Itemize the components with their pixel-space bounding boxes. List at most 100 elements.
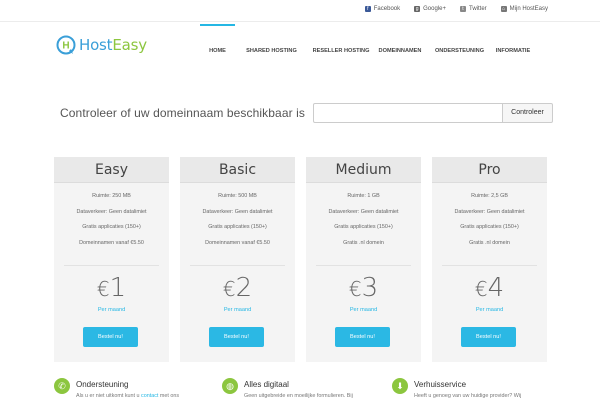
feature-title: Alles digitaal — [244, 380, 289, 389]
google-plus-icon: g — [414, 6, 421, 12]
price-amount: 3 — [361, 273, 379, 303]
facebook-link[interactable]: f Facebook — [364, 6, 401, 12]
phone-icon: ✆ — [54, 378, 70, 394]
order-button[interactable]: Bestel nu! — [461, 327, 516, 347]
price-divider — [64, 265, 159, 266]
social-links: f Facebook g Google+ t Twitter ⌂ Mijn Ho… — [364, 6, 548, 12]
plan-feature: Dataverkeer: Geen datalimiet — [454, 208, 525, 215]
domain-search-label: Controleer of uw domeinnaam beschikbaar … — [60, 106, 305, 120]
price-period: Per maand — [223, 307, 252, 313]
price-currency: € — [96, 277, 110, 301]
plan-feature: Dataverkeer: Geen datalimiet — [76, 208, 147, 215]
price-period: Per maand — [475, 307, 504, 313]
plan-price: €3 — [306, 273, 421, 303]
twitter-link-label: Twitter — [468, 6, 487, 12]
plan-feature: Dataverkeer: Geen datalimiet — [328, 208, 399, 215]
nav-item-informatie[interactable]: INFORMATIE — [493, 24, 533, 64]
price-amount: 2 — [235, 273, 253, 303]
feature-body: Ondersteuning Als u er niet uitkomt kunt… — [76, 378, 179, 399]
logo-part-easy: Easy — [112, 36, 147, 54]
logo-icon: H — [56, 35, 76, 55]
pricing-plans: Easy Ruimte: 250 MB Dataverkeer: Geen da… — [54, 157, 547, 362]
plan-feature: Gratis applicaties (150+) — [208, 224, 267, 230]
price-amount: 4 — [487, 273, 505, 303]
top-bar: f Facebook g Google+ t Twitter ⌂ Mijn Ho… — [0, 0, 600, 22]
plan-features: Ruimte: 1 GB Dataverkeer: Geen datalimie… — [306, 183, 421, 251]
home-icon: ⌂ — [500, 6, 507, 12]
my-hosteasy-link[interactable]: ⌂ Mijn HostEasy — [500, 6, 548, 12]
domain-check-button[interactable]: Controleer — [502, 103, 553, 123]
domain-search-input[interactable] — [313, 103, 503, 123]
plan-card-medium: Medium Ruimte: 1 GB Dataverkeer: Geen da… — [306, 157, 421, 362]
plan-card-pro: Pro Ruimte: 2,5 GB Dataverkeer: Geen dat… — [432, 157, 547, 362]
hosteasy-logo[interactable]: H HostEasy — [56, 35, 147, 55]
globe-icon: ◍ — [222, 378, 238, 394]
order-button[interactable]: Bestel nu! — [83, 327, 138, 347]
feature-text: Geen uitgebreide en moeilijke formuliere… — [244, 393, 353, 399]
plan-name: Medium — [306, 157, 421, 183]
nav-item-domeinnamen[interactable]: DOMEINNAMEN — [376, 24, 424, 64]
nav-item-home[interactable]: HOME — [200, 24, 235, 64]
plan-feature: Ruimte: 250 MB — [92, 193, 131, 199]
price-currency: € — [348, 277, 362, 301]
plan-name: Pro — [432, 157, 547, 183]
plan-feature: Gratis applicaties (150+) — [460, 224, 519, 230]
feature-text-before: Als u er niet uitkomt kunt u — [76, 393, 142, 399]
plan-name: Easy — [54, 157, 169, 183]
feature-alles-digitaal: ◍ Alles digitaal Geen uitgebreide en moe… — [222, 378, 353, 399]
facebook-icon: f — [364, 6, 371, 12]
feature-text: Als u er niet uitkomt kunt u contact met… — [76, 393, 179, 399]
plan-price: €2 — [180, 273, 295, 303]
google-plus-link-label: Google+ — [423, 6, 446, 12]
price-amount: 1 — [109, 273, 127, 303]
nav-item-reseller-hosting[interactable]: RESELLER HOSTING — [311, 24, 371, 64]
plan-features: Ruimte: 500 MB Dataverkeer: Geen datalim… — [180, 183, 295, 251]
plan-feature: Dataverkeer: Geen datalimiet — [202, 208, 273, 215]
plan-card-easy: Easy Ruimte: 250 MB Dataverkeer: Geen da… — [54, 157, 169, 362]
price-period: Per maand — [97, 307, 126, 313]
twitter-link[interactable]: t Twitter — [459, 6, 487, 12]
contact-link[interactable]: contact — [141, 393, 158, 399]
plan-feature: Gratis .nl domein — [469, 239, 510, 246]
plan-feature: Ruimte: 1 GB — [347, 193, 380, 199]
plan-feature: Domeinnamen vanaf €5.50 — [205, 239, 270, 246]
feature-title: Verhuisservice — [414, 380, 467, 389]
plan-feature: Domeinnamen vanaf €5.50 — [79, 239, 144, 246]
google-plus-link[interactable]: g Google+ — [414, 6, 446, 12]
plan-price: €4 — [432, 273, 547, 303]
plan-feature: Ruimte: 500 MB — [218, 193, 257, 199]
price-currency: € — [222, 277, 236, 301]
plan-feature: Ruimte: 2,5 GB — [471, 193, 508, 199]
feature-text-after: met ons — [158, 393, 180, 399]
price-divider — [442, 265, 537, 266]
order-button[interactable]: Bestel nu! — [209, 327, 264, 347]
logo-wordmark: HostEasy — [79, 36, 147, 54]
twitter-icon: t — [459, 6, 466, 12]
feature-body: Alles digitaal Geen uitgebreide en moeil… — [244, 378, 353, 399]
logo-mark-letter: H — [62, 41, 69, 52]
price-period: Per maand — [349, 307, 378, 313]
price-divider — [316, 265, 411, 266]
price-currency: € — [474, 277, 488, 301]
facebook-link-label: Facebook — [373, 6, 401, 12]
main-nav: HOME SHARED HOSTING RESELLER HOSTING DOM… — [200, 24, 533, 64]
price-divider — [190, 265, 285, 266]
plan-feature: Gratis applicaties (150+) — [334, 224, 393, 230]
feature-title: Ondersteuning — [76, 380, 129, 389]
logo-part-host: Host — [79, 36, 113, 54]
nav-item-ondersteuning[interactable]: ONDERSTEUNING — [432, 24, 487, 64]
feature-ondersteuning: ✆ Ondersteuning Als u er niet uitkomt ku… — [54, 378, 179, 399]
order-button[interactable]: Bestel nu! — [335, 327, 390, 347]
plan-card-basic: Basic Ruimte: 500 MB Dataverkeer: Geen d… — [180, 157, 295, 362]
feature-body: Verhuisservice Heeft u genoeg van uw hui… — [414, 378, 521, 399]
nav-item-shared-hosting[interactable]: SHARED HOSTING — [241, 24, 302, 64]
plan-feature: Gratis applicaties (150+) — [82, 224, 141, 230]
plan-features: Ruimte: 2,5 GB Dataverkeer: Geen datalim… — [432, 183, 547, 251]
plan-price: €1 — [54, 273, 169, 303]
plan-feature: Gratis .nl domein — [343, 239, 384, 246]
feature-verhuisservice: ⬇ Verhuisservice Heeft u genoeg van uw h… — [392, 378, 521, 399]
plan-name: Basic — [180, 157, 295, 183]
my-hosteasy-link-label: Mijn HostEasy — [509, 6, 548, 12]
plan-features: Ruimte: 250 MB Dataverkeer: Geen datalim… — [54, 183, 169, 251]
domain-search: Controleer of uw domeinnaam beschikbaar … — [0, 100, 600, 126]
